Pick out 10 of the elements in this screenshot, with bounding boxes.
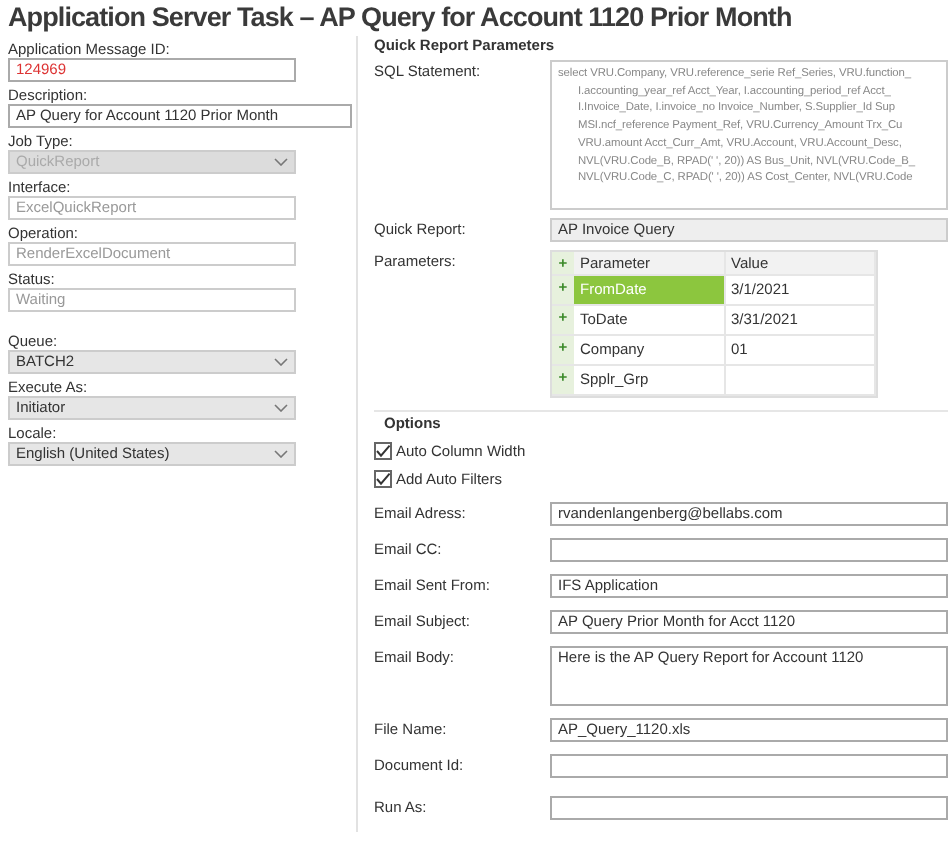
- chevron-icon: [274, 358, 288, 366]
- chevron-icon: [274, 404, 288, 412]
- chevron-icon: [274, 158, 288, 166]
- input-field[interactable]: [550, 796, 948, 820]
- input-field[interactable]: [550, 538, 948, 562]
- input-field[interactable]: [550, 754, 948, 778]
- checkbox[interactable]: [374, 441, 392, 459]
- window-title: Application Server Task – AP Query for Account 1120 Prior Month: [6, 0, 794, 36]
- checkbox[interactable]: [374, 469, 392, 487]
- chevron-icon: [274, 450, 288, 458]
